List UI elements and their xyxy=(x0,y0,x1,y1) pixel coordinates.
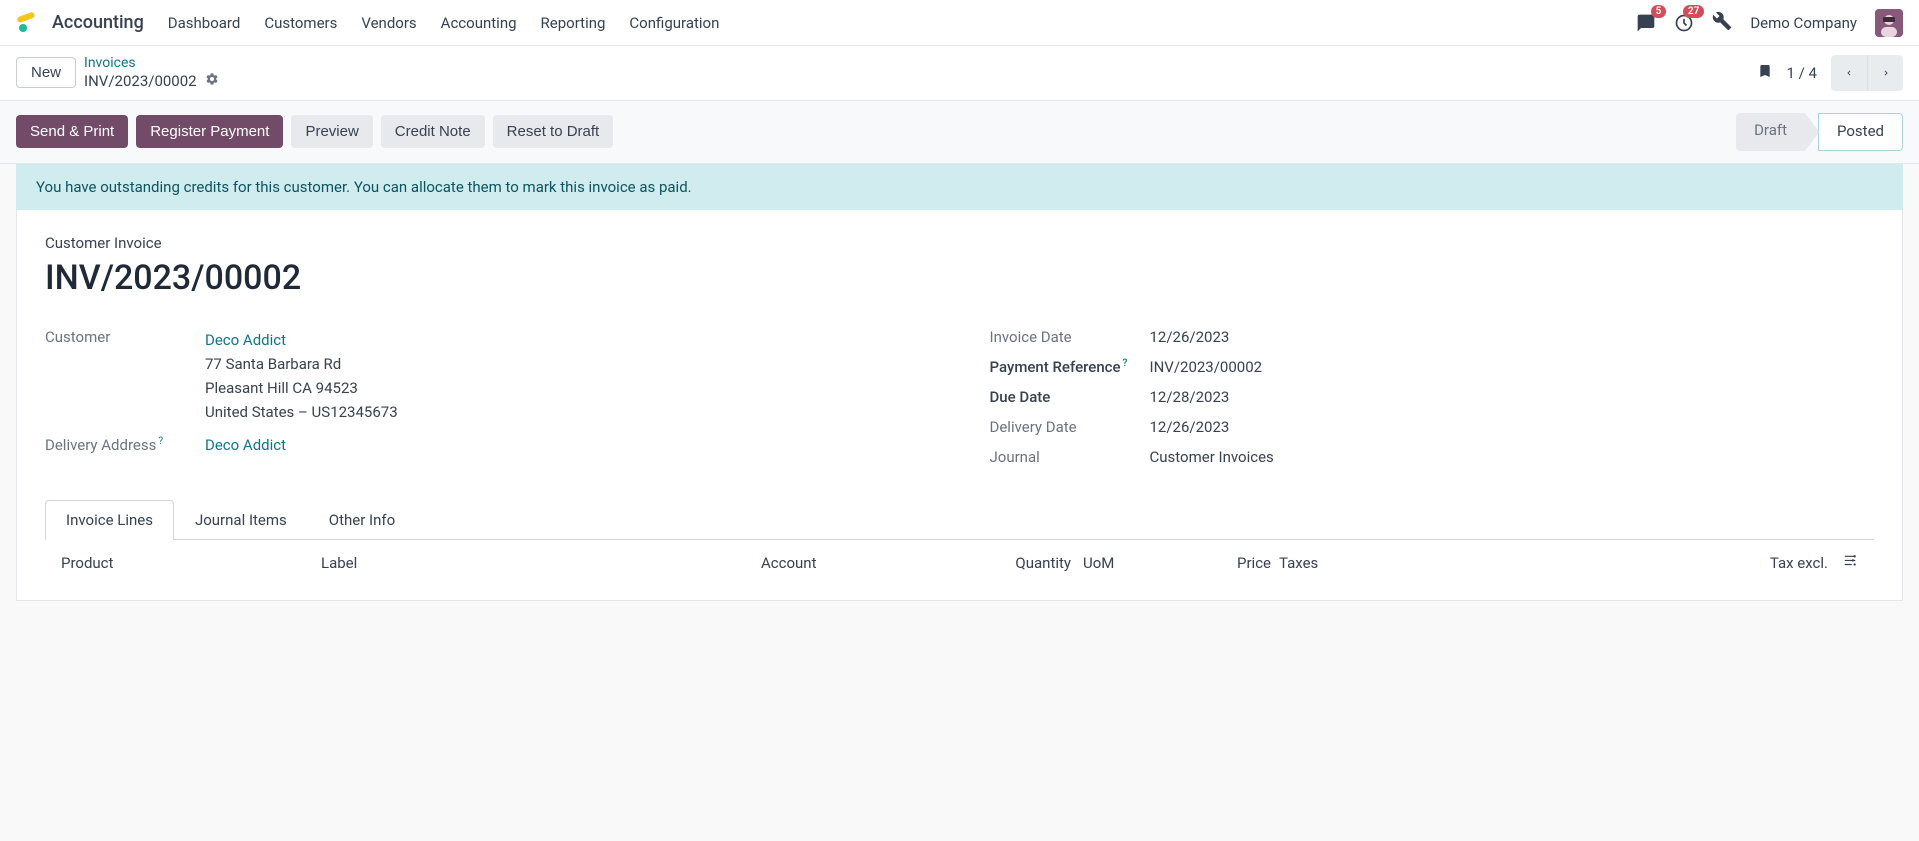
pager-next-button[interactable] xyxy=(1867,55,1903,91)
activities-icon[interactable]: 27 xyxy=(1674,13,1694,33)
customer-label: Customer xyxy=(45,328,205,346)
columns-options-icon[interactable] xyxy=(1842,554,1858,572)
tab-other-info[interactable]: Other Info xyxy=(308,500,416,539)
journal-label: Journal xyxy=(990,448,1150,466)
col-tax-excl: Tax excl. xyxy=(1371,554,1828,572)
tab-journal-items[interactable]: Journal Items xyxy=(174,500,308,539)
doc-type-label: Customer Invoice xyxy=(45,234,1874,252)
status-bar: Draft Posted xyxy=(1736,113,1903,151)
delivery-date-label: Delivery Date xyxy=(990,418,1150,436)
col-taxes: Taxes xyxy=(1271,554,1371,572)
send-print-button[interactable]: Send & Print xyxy=(16,115,128,148)
gear-icon[interactable] xyxy=(205,72,219,92)
pager-count[interactable]: 1 / 4 xyxy=(1787,64,1818,82)
due-date-value[interactable]: 12/28/2023 xyxy=(1150,388,1230,406)
nav-reporting[interactable]: Reporting xyxy=(541,14,606,32)
customer-addr2: Pleasant Hill CA 94523 xyxy=(205,376,398,400)
nav-configuration[interactable]: Configuration xyxy=(629,14,719,32)
top-nav: Accounting Dashboard Customers Vendors A… xyxy=(0,0,1919,46)
delivery-address-label: Delivery Address? xyxy=(45,436,205,454)
nav-customers[interactable]: Customers xyxy=(264,14,337,32)
status-draft[interactable]: Draft xyxy=(1736,113,1805,151)
nav-dashboard[interactable]: Dashboard xyxy=(168,14,241,32)
register-payment-button[interactable]: Register Payment xyxy=(136,115,283,148)
company-switcher[interactable]: Demo Company xyxy=(1750,14,1857,32)
col-label: Label xyxy=(321,554,761,572)
nav-menu: Dashboard Customers Vendors Accounting R… xyxy=(168,14,720,32)
action-bar: Send & Print Register Payment Preview Cr… xyxy=(0,101,1919,164)
form-sheet: Customer Invoice INV/2023/00002 Customer… xyxy=(16,210,1903,601)
help-icon[interactable]: ? xyxy=(158,436,163,447)
new-button[interactable]: New xyxy=(16,57,76,88)
user-avatar[interactable] xyxy=(1875,9,1903,37)
payment-ref-label: Payment Reference? xyxy=(990,358,1150,376)
col-quantity: Quantity xyxy=(991,554,1071,572)
breadcrumb-current: INV/2023/00002 xyxy=(84,72,197,92)
activities-badge: 27 xyxy=(1683,5,1704,18)
credit-note-button[interactable]: Credit Note xyxy=(381,115,485,148)
tabs: Invoice Lines Journal Items Other Info xyxy=(45,500,1874,540)
messages-badge: 5 xyxy=(1651,5,1667,18)
journal-value[interactable]: Customer Invoices xyxy=(1150,448,1274,466)
tools-icon[interactable] xyxy=(1712,11,1732,35)
help-icon[interactable]: ? xyxy=(1123,358,1128,369)
doc-title: INV/2023/00002 xyxy=(45,258,1874,298)
col-price: Price xyxy=(1151,554,1271,572)
invoice-date-label: Invoice Date xyxy=(990,328,1150,346)
nav-accounting[interactable]: Accounting xyxy=(441,14,517,32)
customer-link[interactable]: Deco Addict xyxy=(205,328,398,352)
col-uom: UoM xyxy=(1071,554,1151,572)
payment-ref-value[interactable]: INV/2023/00002 xyxy=(1150,358,1263,376)
app-name[interactable]: Accounting xyxy=(52,12,144,33)
breadcrumb-parent[interactable]: Invoices xyxy=(84,54,219,72)
due-date-label: Due Date xyxy=(990,388,1150,406)
nav-vendors[interactable]: Vendors xyxy=(361,14,416,32)
outstanding-credits-alert: You have outstanding credits for this cu… xyxy=(16,164,1903,210)
customer-addr1: 77 Santa Barbara Rd xyxy=(205,352,398,376)
col-account: Account xyxy=(761,554,991,572)
app-logo-icon[interactable] xyxy=(16,11,40,35)
pager-prev-button[interactable] xyxy=(1831,55,1867,91)
messages-icon[interactable]: 5 xyxy=(1636,13,1656,33)
reset-draft-button[interactable]: Reset to Draft xyxy=(493,115,614,148)
tab-invoice-lines[interactable]: Invoice Lines xyxy=(45,500,174,540)
delivery-address-link[interactable]: Deco Addict xyxy=(205,436,286,454)
col-product: Product xyxy=(61,554,321,572)
customer-addr3: United States – US12345673 xyxy=(205,400,398,424)
preview-button[interactable]: Preview xyxy=(291,115,372,148)
lines-table-header: Product Label Account Quantity UoM Price… xyxy=(45,540,1874,576)
breadcrumb-bar: New Invoices INV/2023/00002 1 / 4 xyxy=(0,46,1919,101)
status-posted[interactable]: Posted xyxy=(1818,113,1903,151)
invoice-date-value[interactable]: 12/26/2023 xyxy=(1150,328,1230,346)
bookmark-icon[interactable] xyxy=(1757,61,1773,85)
delivery-date-value[interactable]: 12/26/2023 xyxy=(1150,418,1230,436)
